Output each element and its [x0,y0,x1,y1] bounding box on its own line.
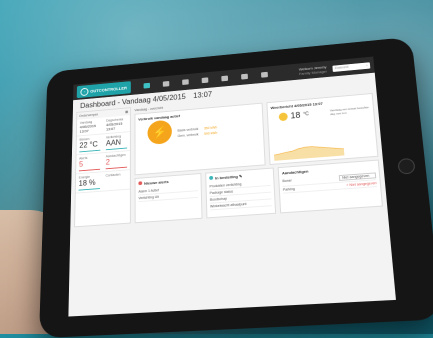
search-icon: ⌕ [365,63,369,68]
main-content: Vandaag - overzicht Verbruik vandaag act… [135,86,384,224]
image-icon[interactable] [221,75,228,82]
cell-value: 2 [105,158,110,167]
cell-bar [105,166,128,170]
notice-label: Boner [282,178,292,184]
status-grid: Vandaag 4/05/2015 13:07 Dagschema 4/05/2… [75,115,130,194]
page-time: 13:07 [193,89,213,100]
alerts-title-text: Nieuwe alerts [144,179,169,186]
energy-row-value: 590 kWh [204,131,218,136]
left-panel: Onderwerpen ▦ Vandaag 4/05/2015 13:07 Da… [74,107,131,228]
orders-card[interactable]: In bestelling ✎ Produkten verlichting Pa… [205,167,277,219]
home-icon[interactable] [143,82,150,89]
status-cell[interactable]: Aandachtigen 2 [102,150,130,173]
cell-bar [78,188,100,191]
search-placeholder: Zoekveld [334,65,349,71]
energy-card[interactable]: Verbruik vandaag actief ⚡ Basis verbruik… [134,102,266,176]
order-dot-icon [209,175,214,180]
cell-value: 18 % [78,178,96,188]
notice-link[interactable]: + Niet aangegeven [346,181,377,187]
notice-label: Parking [282,187,295,192]
cell-label: Contacten [105,172,121,178]
alert-dot-icon [138,181,143,186]
cell-value: 4/05/2015 13:07 [79,123,96,134]
cell-bar [78,168,101,172]
status-cell[interactable]: Binnen 22 °C [76,134,104,156]
tablet-device: ◔ OUTCONTROLLER Welkom Jeremy Family Man… [38,36,433,338]
grid-view-icon[interactable]: ▦ [125,110,128,114]
cell-value: 5 [78,160,84,169]
weather-temp: 18 [290,110,301,121]
cell-value: 4/05/2015 13:07 [106,121,123,132]
home-button[interactable] [397,157,416,175]
status-cell[interactable]: Alerts 5 [76,153,104,175]
lightning-icon: ⚡ [147,119,173,145]
energy-row-label: Gem. verbruik [177,132,199,138]
sun-icon [278,111,288,121]
weather-chart [274,142,345,161]
left-panel-title: Onderwerpen [79,112,99,118]
lock-icon[interactable] [162,81,170,87]
degree-symbol: °C [303,111,310,118]
notices-card[interactable]: Aandachtigen Boner Niet aangegeven Parki… [277,159,384,214]
logo-text: OUTCONTROLLER [90,85,127,94]
cell-bar [79,149,101,153]
contacts-icon[interactable] [240,73,248,80]
status-cell[interactable]: Verlichting AAN [103,132,130,154]
cell-value: AAN [105,138,122,148]
tablet-screen: ◔ OUTCONTROLLER Welkom Jeremy Family Man… [68,56,396,317]
calendar-icon[interactable] [181,79,189,86]
cell-value: 22 °C [79,140,98,150]
weather-description: Vandaag een ietwat bewolkte dag met zon [329,105,369,117]
weather-card[interactable]: Weerbericht 4/05/2015 13:07 18 °C Vandaa… [266,92,379,165]
energy-meter: Basis verbruik 350 kWh Gem. verbruik 590 k… [177,125,218,169]
cell-bar [105,147,128,151]
phone-icon[interactable] [260,71,268,78]
user-info[interactable]: Welkom Jeremy Family Manager [299,65,327,76]
status-cell[interactable]: Contacten [102,170,130,192]
edit-icon[interactable]: ✎ [239,174,242,179]
settings-icon[interactable] [201,77,209,84]
status-cell[interactable]: Energie 18 % [75,172,103,194]
logo-icon: ◔ [80,87,89,96]
search-input[interactable]: Zoekveld ⌕ [332,61,371,72]
orders-title-text: In bestelling [214,174,238,181]
alerts-card[interactable]: Nieuwe alerts Alarm 1 Actief Verlichting… [134,173,203,224]
